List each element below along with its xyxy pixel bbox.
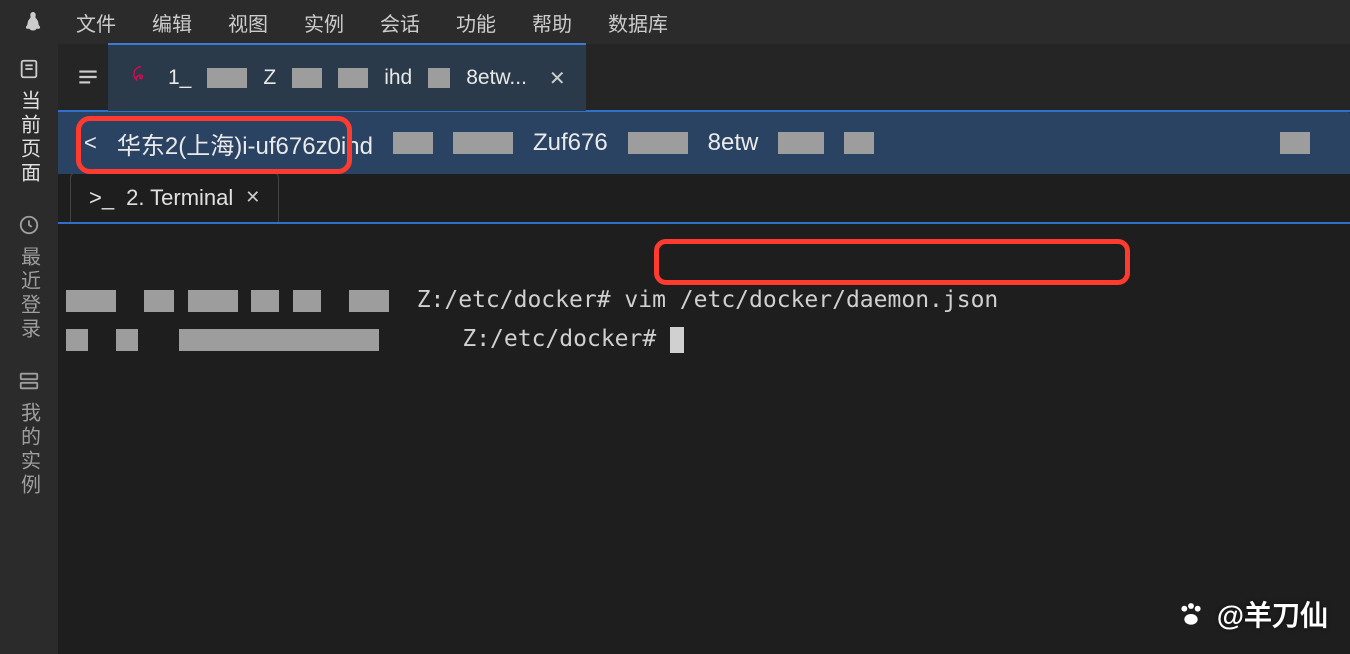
linux-icon <box>8 10 58 34</box>
sidebar-tab-label: 我的实例 <box>15 402 44 498</box>
sidebar-tab-label: 当前页面 <box>15 90 44 186</box>
debian-icon <box>130 64 152 92</box>
session-tab[interactable]: 1_ Z ihd 8etw... ✕ <box>108 43 586 111</box>
watermark-text: @羊刀仙 <box>1217 594 1328 634</box>
terminal-text: Z:/etc/docker# <box>417 287 625 313</box>
main-area: 1_ Z ihd 8etw... ✕ < 华东2(上海)i-uf676z0ihd… <box>58 44 1350 654</box>
menu-help[interactable]: 帮助 <box>514 8 590 37</box>
breadcrumb-bar: < 华东2(上海)i-uf676z0ihd Zuf676 8etw <box>58 112 1350 174</box>
breadcrumb-frag: Zuf676 <box>533 129 608 157</box>
sidebar-tab-my-instances[interactable]: 我的实例 <box>15 370 44 498</box>
menu-instance[interactable]: 实例 <box>286 8 362 37</box>
tab-label-part: ihd <box>384 66 412 90</box>
menu-file[interactable]: 文件 <box>58 8 134 37</box>
tab-label-part: Z <box>263 66 276 90</box>
terminal-cursor <box>670 327 684 353</box>
close-icon[interactable]: ✕ <box>549 66 566 91</box>
menu-session[interactable]: 会话 <box>362 8 438 37</box>
breadcrumb-frag: 8etw <box>708 129 759 157</box>
paw-icon <box>1175 598 1207 630</box>
menu-bar: 文件 编辑 视图 实例 会话 功能 帮助 数据库 <box>0 0 1350 44</box>
terminal-tab-bar: >_ 2. Terminal ✕ <box>58 174 1350 224</box>
sidebar-tab-label: 最近登录 <box>15 246 44 342</box>
menu-view[interactable]: 视图 <box>210 8 286 37</box>
terminal-prompt-icon: >_ <box>89 185 114 211</box>
terminal-tab-label: 2. Terminal <box>126 185 233 211</box>
terminal-command: vim /etc/docker/daemon.json <box>624 287 998 313</box>
tab-label-part: 1_ <box>168 66 191 90</box>
terminal-text: Z:/etc/docker# <box>462 326 670 352</box>
left-sidebar: 当前页面 最近登录 我的实例 <box>0 44 58 654</box>
menu-database[interactable]: 数据库 <box>590 8 686 37</box>
breadcrumb-text: 华东2(上海)i-uf676z0ihd <box>117 126 373 161</box>
tab-label-part: 8etw... <box>466 66 527 90</box>
watermark: @羊刀仙 <box>1175 594 1328 634</box>
menu-edit[interactable]: 编辑 <box>134 8 210 37</box>
sidebar-tab-recent-login[interactable]: 最近登录 <box>15 214 44 342</box>
terminal-output[interactable]: Z:/etc/docker# vim /etc/docker/daemon.js… <box>58 224 1350 416</box>
terminal-tab[interactable]: >_ 2. Terminal ✕ <box>70 172 279 222</box>
menu-function[interactable]: 功能 <box>438 8 514 37</box>
close-icon[interactable]: ✕ <box>245 187 260 208</box>
chevron-left-icon[interactable]: < <box>84 130 97 156</box>
session-tab-bar: 1_ Z ihd 8etw... ✕ <box>58 44 1350 112</box>
sidebar-tab-current-page[interactable]: 当前页面 <box>15 58 44 186</box>
hamburger-icon[interactable] <box>68 64 108 90</box>
